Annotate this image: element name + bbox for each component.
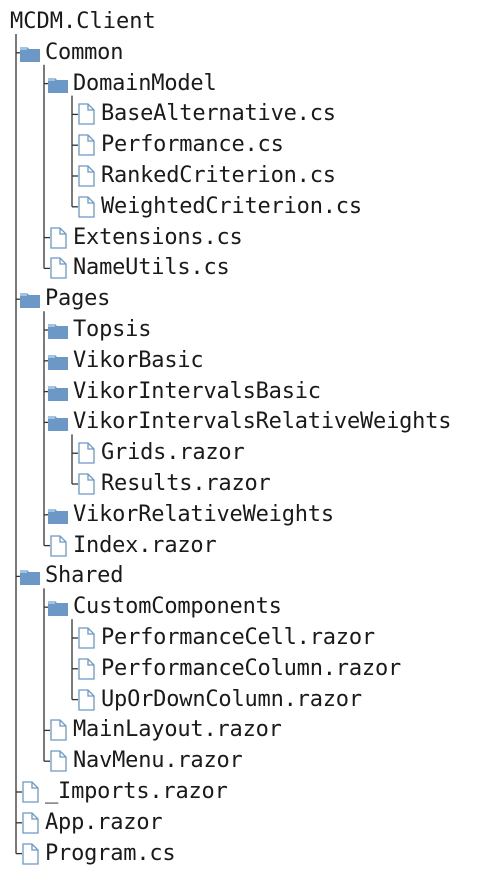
tree-item-label: Grids.razor: [101, 440, 245, 466]
tree-item-label: UpOrDownColumn.razor: [101, 686, 362, 712]
folder-icon: [47, 410, 69, 434]
tree-item-performance-cs[interactable]: Performance.cs: [75, 129, 284, 161]
tree-item-weightedcriterion-cs[interactable]: WeightedCriterion.cs: [75, 191, 362, 223]
tree-item-app-razor[interactable]: App.razor: [19, 807, 163, 839]
tree-item-label: Index.razor: [73, 532, 217, 558]
tree-item-vikorbasic[interactable]: VikorBasic: [47, 345, 204, 377]
tree-item-results-razor[interactable]: Results.razor: [75, 468, 271, 500]
file-icon: [47, 718, 69, 742]
file-icon: [75, 472, 97, 496]
tree-item-common[interactable]: Common: [19, 37, 123, 69]
tree-item-label: NavMenu.razor: [73, 748, 243, 774]
tree-item-label: PerformanceColumn.razor: [101, 655, 402, 681]
file-icon: [19, 811, 41, 835]
file-tree: MCDM.Client Common DomainModel BaseAlterna…: [0, 0, 492, 888]
folder-icon: [47, 595, 69, 619]
tree-item-label: MainLayout.razor: [73, 717, 282, 743]
file-icon: [47, 534, 69, 558]
file-icon: [75, 102, 97, 126]
tree-item-label: Results.razor: [101, 471, 271, 496]
tree-item-label: DomainModel: [73, 70, 217, 96]
file-icon: [19, 780, 41, 804]
folder-icon: [19, 564, 41, 588]
file-icon: [75, 688, 97, 712]
file-icon: [75, 626, 97, 650]
file-icon: [47, 749, 69, 773]
file-icon: [47, 256, 69, 280]
folder-icon: [47, 72, 69, 96]
file-icon: [75, 441, 97, 465]
tree-item-domainmodel[interactable]: DomainModel: [47, 68, 217, 100]
file-icon: [19, 842, 41, 866]
tree-item-basealternative-cs[interactable]: BaseAlternative.cs: [75, 98, 336, 130]
tree-item-label: Extensions.cs: [73, 224, 243, 250]
tree-item-label: PerformanceCell.razor: [101, 625, 375, 650]
tree-item-vikorintervalsrelativeweights[interactable]: VikorIntervalsRelativeWeights: [47, 406, 452, 438]
tree-item-label: CustomComponents: [73, 594, 282, 620]
tree-item-label: NameUtils.cs: [73, 255, 230, 281]
tree-item-label: Topsis: [73, 317, 152, 342]
tree-item-mainlayout-razor[interactable]: MainLayout.razor: [47, 714, 282, 746]
folder-icon: [47, 349, 69, 373]
tree-root[interactable]: MCDM.Client: [10, 6, 156, 38]
tree-item-imports-razor[interactable]: _Imports.razor: [19, 776, 228, 808]
tree-item-topsis[interactable]: Topsis: [47, 314, 151, 346]
tree-item-extensions-cs[interactable]: Extensions.cs: [47, 222, 243, 254]
tree-item-label: VikorIntervalsBasic: [73, 378, 321, 404]
folder-icon: [47, 380, 69, 404]
folder-icon: [19, 41, 41, 65]
tree-item-shared[interactable]: Shared: [19, 560, 123, 592]
tree-item-label: Performance.cs: [101, 132, 284, 158]
tree-item-pages[interactable]: Pages: [19, 283, 110, 315]
tree-item-customcomponents[interactable]: CustomComponents: [47, 591, 282, 623]
tree-item-index-razor[interactable]: Index.razor: [47, 530, 217, 562]
file-icon: [75, 657, 97, 681]
file-icon: [75, 164, 97, 188]
tree-item-vikorrelativeweights[interactable]: VikorRelativeWeights: [47, 499, 334, 531]
tree-item-label: _Imports.razor: [45, 779, 228, 804]
tree-item-upordowncolumn-razor[interactable]: UpOrDownColumn.razor: [75, 684, 362, 716]
tree-item-label: VikorRelativeWeights: [73, 501, 334, 527]
tree-item-grids-razor[interactable]: Grids.razor: [75, 437, 245, 469]
tree-item-label: Pages: [45, 286, 111, 312]
tree-item-label: BaseAlternative.cs: [101, 101, 336, 127]
file-icon: [47, 226, 69, 250]
tree-item-navmenu-razor[interactable]: NavMenu.razor: [47, 745, 243, 777]
tree-item-label: WeightedCriterion.cs: [101, 193, 362, 219]
folder-icon: [19, 287, 41, 311]
tree-item-performancecell-razor[interactable]: PerformanceCell.razor: [75, 622, 375, 654]
tree-root-label: MCDM.Client: [10, 9, 156, 34]
tree-item-label: Shared: [45, 563, 124, 589]
tree-item-label: Program.cs: [45, 840, 176, 866]
file-icon: [75, 133, 97, 157]
folder-icon: [47, 318, 69, 342]
tree-item-label: RankedCriterion.cs: [101, 163, 336, 188]
tree-item-label: VikorBasic: [73, 347, 204, 373]
tree-item-rankedcriterion-cs[interactable]: RankedCriterion.cs: [75, 160, 336, 192]
tree-item-vikorintervalsbasic[interactable]: VikorIntervalsBasic: [47, 376, 321, 408]
file-icon: [75, 195, 97, 219]
tree-item-label: Common: [45, 39, 124, 65]
tree-item-program-cs[interactable]: Program.cs: [19, 838, 176, 870]
tree-item-performancecolumn-razor[interactable]: PerformanceColumn.razor: [75, 653, 401, 685]
tree-item-nameutils-cs[interactable]: NameUtils.cs: [47, 252, 230, 284]
tree-item-label: App.razor: [45, 809, 163, 835]
folder-icon: [47, 503, 69, 527]
tree-item-label: VikorIntervalsRelativeWeights: [73, 409, 452, 435]
